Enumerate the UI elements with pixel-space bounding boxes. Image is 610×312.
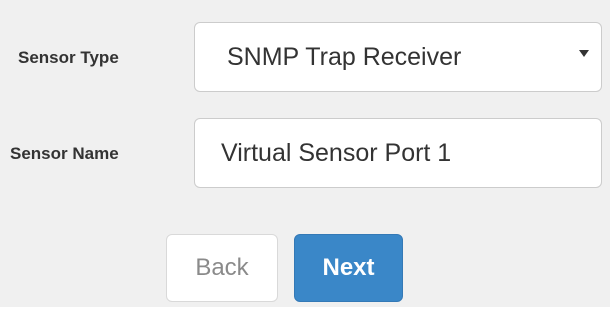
back-button[interactable]: Back — [166, 234, 278, 302]
next-button[interactable]: Next — [294, 234, 403, 302]
sensor-form-panel: Sensor Type SNMP Trap Receiver Sensor Na… — [0, 0, 610, 307]
sensor-name-value: Virtual Sensor Port 1 — [221, 139, 452, 167]
sensor-name-label: Sensor Name — [10, 144, 119, 163]
sensor-type-label: Sensor Type — [18, 48, 119, 67]
sensor-type-select[interactable]: SNMP Trap Receiver — [194, 22, 602, 92]
sensor-type-selected-value: SNMP Trap Receiver — [227, 43, 462, 71]
caret-down-icon — [579, 50, 589, 57]
sensor-name-input[interactable]: Virtual Sensor Port 1 — [194, 118, 602, 188]
